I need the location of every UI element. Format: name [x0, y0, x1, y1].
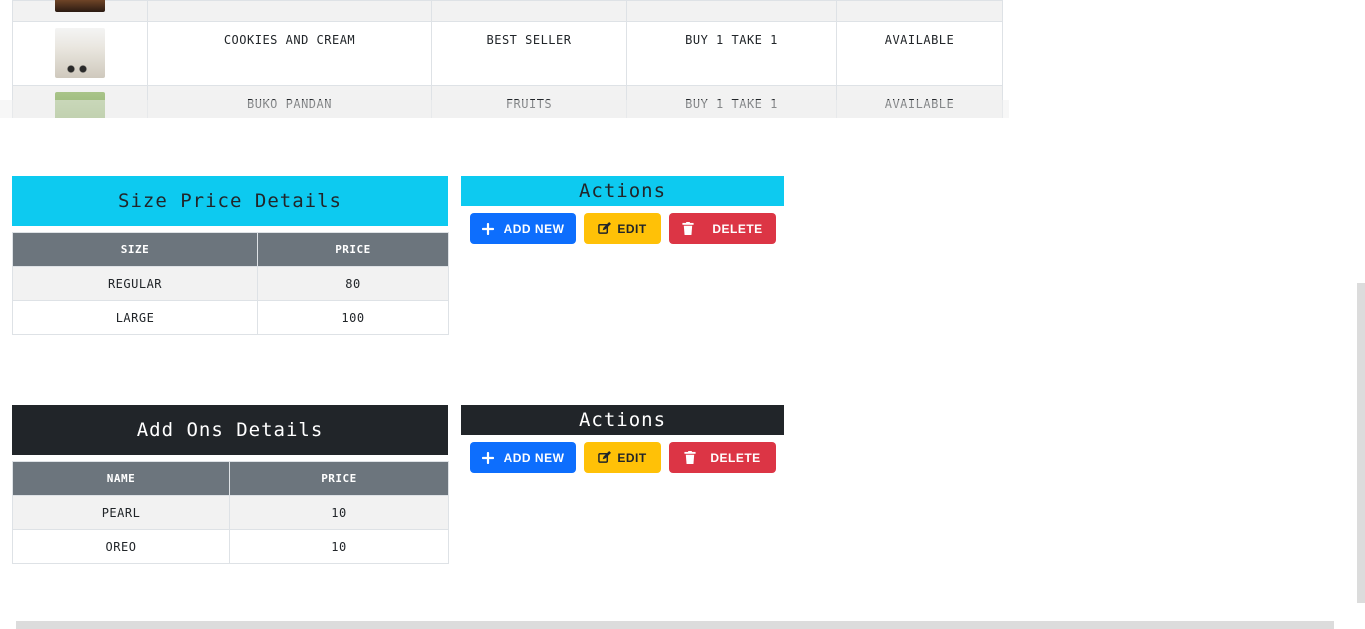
trash-icon [682, 222, 694, 235]
plus-icon [481, 222, 494, 235]
addons-actions-header: Actions [461, 405, 784, 435]
edit-icon [598, 222, 612, 235]
price-cell: 10 [229, 495, 449, 530]
plus-icon [481, 451, 494, 464]
addons-edit-button[interactable]: EDIT [584, 442, 661, 473]
addons-actions-toolbar: ADD NEW EDIT DELETE [470, 442, 776, 473]
table-row[interactable]: REGULAR 80 [12, 266, 449, 301]
table-row[interactable]: COOKIES AND CREAM BEST SELLER BUY 1 TAKE… [12, 21, 1003, 86]
size-cell: REGULAR [12, 266, 258, 301]
add-new-label: ADD NEW [503, 450, 565, 465]
size-actions-toolbar: ADD NEW EDIT DELETE [470, 213, 776, 244]
product-category [431, 0, 627, 22]
size-delete-button[interactable]: DELETE [669, 213, 776, 244]
product-image-cell [12, 21, 148, 86]
column-header-price: PRICE [229, 461, 449, 496]
column-header-price: PRICE [257, 232, 449, 267]
product-image [55, 28, 105, 78]
product-category: BEST SELLER [431, 21, 627, 86]
table-scroll-edge [0, 100, 1009, 118]
product-image-cell [12, 0, 148, 22]
table-row[interactable] [12, 0, 1003, 22]
table-row[interactable]: OREO 10 [12, 529, 449, 564]
edit-label: EDIT [617, 221, 647, 236]
product-image [55, 0, 105, 12]
size-price-table: SIZE PRICE REGULAR 80 LARGE 100 [12, 232, 449, 335]
edit-icon [598, 451, 612, 464]
vertical-scrollbar[interactable] [1357, 283, 1365, 603]
delete-label: DELETE [712, 221, 763, 236]
product-status [836, 0, 1003, 22]
size-cell: LARGE [12, 300, 258, 335]
edit-label: EDIT [617, 450, 647, 465]
size-price-header: Size Price Details [12, 176, 448, 226]
product-name: COOKIES AND CREAM [147, 21, 432, 86]
add-ons-header: Add Ons Details [12, 405, 448, 455]
product-status: AVAILABLE [836, 21, 1003, 86]
addon-name-cell: PEARL [12, 495, 230, 530]
product-name [147, 0, 432, 22]
column-header-name: NAME [12, 461, 230, 496]
delete-label: DELETE [710, 450, 761, 465]
size-edit-button[interactable]: EDIT [584, 213, 661, 244]
trash-icon [684, 451, 696, 464]
addons-delete-button[interactable]: DELETE [669, 442, 776, 473]
size-actions-header: Actions [461, 176, 784, 206]
price-cell: 80 [257, 266, 449, 301]
add-ons-table: NAME PRICE PEARL 10 OREO 10 [12, 461, 449, 564]
product-promo [626, 0, 837, 22]
column-header-size: SIZE [12, 232, 258, 267]
table-row[interactable]: PEARL 10 [12, 495, 449, 530]
addon-name-cell: OREO [12, 529, 230, 564]
table-row[interactable]: LARGE 100 [12, 300, 449, 335]
price-cell: 10 [229, 529, 449, 564]
horizontal-scrollbar[interactable] [16, 621, 1334, 629]
add-new-label: ADD NEW [503, 221, 565, 236]
size-add-new-button[interactable]: ADD NEW [470, 213, 576, 244]
addons-add-new-button[interactable]: ADD NEW [470, 442, 576, 473]
product-promo: BUY 1 TAKE 1 [626, 21, 837, 86]
price-cell: 100 [257, 300, 449, 335]
